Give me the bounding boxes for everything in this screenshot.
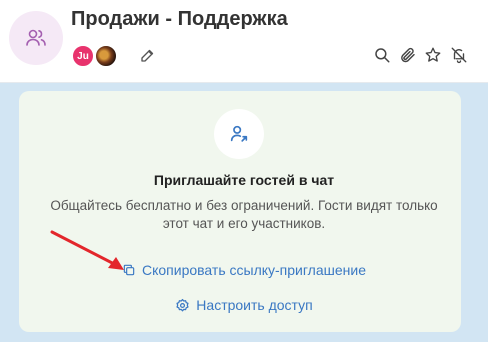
member-initials: Ju <box>77 50 89 62</box>
configure-access-label: Настроить доступ <box>196 297 313 313</box>
member-avatar-ju[interactable]: Ju <box>71 44 95 68</box>
chat-title: Продажи - Поддержка <box>71 8 288 30</box>
configure-access-button[interactable]: Настроить доступ <box>0 297 488 313</box>
member-avatar-photo[interactable] <box>94 44 118 68</box>
search-button[interactable] <box>372 45 392 65</box>
users-icon <box>26 29 46 46</box>
mute-button[interactable] <box>449 45 469 65</box>
search-icon <box>375 48 390 63</box>
invite-title: Приглашайте гостей в чат <box>153 172 335 188</box>
edit-icon[interactable] <box>139 46 157 64</box>
red-arrow-annotation <box>50 230 124 270</box>
paperclip-icon <box>401 47 415 63</box>
invite-icon-circle <box>214 109 264 159</box>
bell-off-icon <box>451 47 467 64</box>
attachments-button[interactable] <box>398 45 418 65</box>
add-user-icon <box>230 125 248 142</box>
chat-header: Продажи - Поддержка Ju <box>0 0 488 83</box>
copy-invite-link-label: Скопировать ссылку-приглашение <box>142 262 366 278</box>
favorite-button[interactable] <box>423 45 443 65</box>
chat-avatar[interactable] <box>9 11 63 65</box>
gear-icon <box>176 298 189 311</box>
star-icon <box>425 47 441 62</box>
